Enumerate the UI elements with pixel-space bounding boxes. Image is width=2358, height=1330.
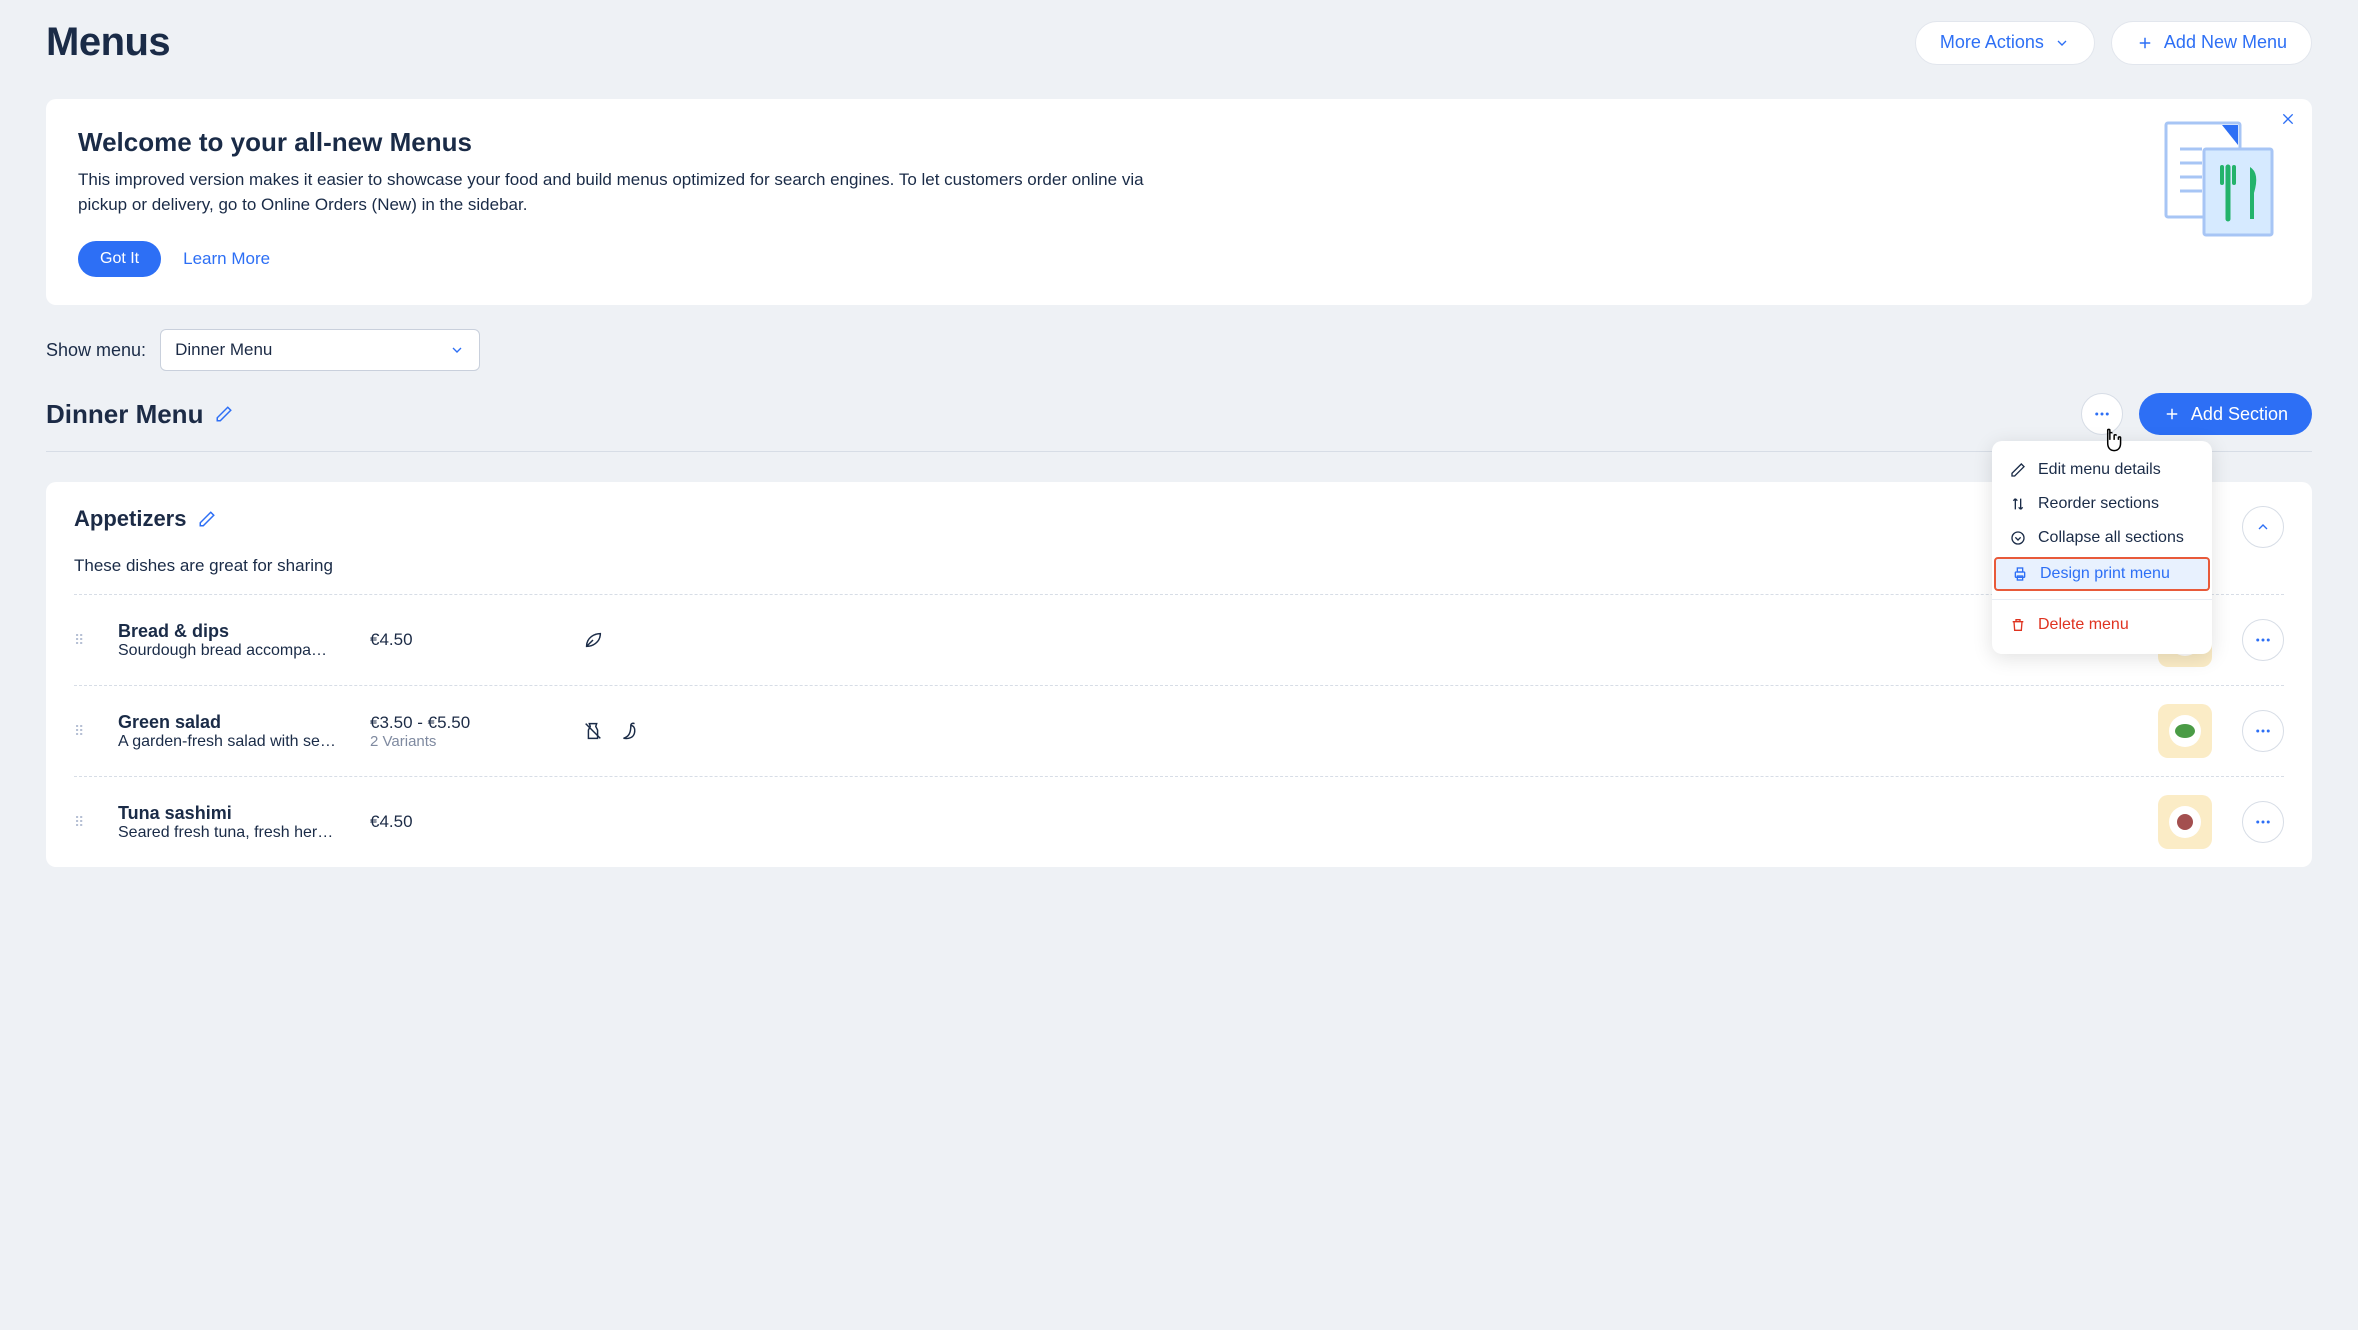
got-it-button[interactable]: Got It: [78, 241, 161, 277]
menu-item-row: ⠿ Tuna sashimi Seared fresh tuna, fresh …: [74, 776, 2284, 867]
show-menu-label: Show menu:: [46, 340, 146, 361]
item-price: €4.50: [370, 630, 570, 650]
item-thumbnail: [2158, 795, 2212, 849]
item-name: Green salad: [118, 712, 358, 733]
welcome-banner: Welcome to your all-new Menus This impro…: [46, 99, 2312, 305]
popover-item-label: Delete menu: [2038, 616, 2129, 634]
section-title: Appetizers: [74, 506, 186, 532]
menu-more-button[interactable]: [2081, 393, 2123, 435]
menu-item-row: ⠿ Bread & dips Sourdough bread accompa… …: [74, 594, 2284, 685]
banner-body: This improved version makes it easier to…: [78, 168, 1168, 217]
popover-item-label: Reorder sections: [2038, 495, 2159, 513]
more-actions-button[interactable]: More Actions: [1915, 21, 2095, 65]
item-more-button[interactable]: [2242, 710, 2284, 752]
menu-item-row: ⠿ Green salad A garden-fresh salad with …: [74, 685, 2284, 776]
popover-edit-menu-details[interactable]: Edit menu details: [1992, 453, 2212, 487]
popover-divider: [1992, 599, 2212, 600]
edit-section-icon[interactable]: [198, 510, 216, 528]
popover-reorder-sections[interactable]: Reorder sections: [1992, 487, 2212, 521]
add-section-label: Add Section: [2191, 404, 2288, 425]
add-new-menu-label: Add New Menu: [2164, 32, 2287, 53]
item-description: Seared fresh tuna, fresh her…: [118, 824, 358, 842]
plus-icon: [2136, 34, 2154, 52]
menu-name: Dinner Menu: [46, 399, 203, 430]
banner-illustration: [2160, 119, 2280, 239]
section-description: These dishes are great for sharing: [74, 556, 2284, 576]
item-more-button[interactable]: [2242, 801, 2284, 843]
page-title: Menus: [46, 20, 170, 65]
leaf-icon: [582, 629, 604, 651]
more-horizontal-icon: [2254, 631, 2272, 649]
item-name: Bread & dips: [118, 621, 358, 642]
collapse-section-button[interactable]: [2242, 506, 2284, 548]
more-horizontal-icon: [2093, 405, 2111, 423]
drag-handle-icon[interactable]: ⠿: [74, 632, 106, 649]
item-price: €4.50: [370, 812, 570, 832]
chevron-up-icon: [2255, 519, 2271, 535]
printer-icon: [2012, 566, 2028, 582]
drag-handle-icon[interactable]: ⠿: [74, 723, 106, 740]
banner-title: Welcome to your all-new Menus: [78, 127, 2280, 158]
chili-icon: [618, 720, 640, 742]
drag-handle-icon[interactable]: ⠿: [74, 814, 106, 831]
reorder-icon: [2010, 496, 2026, 512]
popover-item-label: Design print menu: [2040, 565, 2170, 583]
item-thumbnail: [2158, 704, 2212, 758]
item-variants: 2 Variants: [370, 733, 570, 750]
chevron-down-icon: [449, 342, 465, 358]
edit-menu-name-icon[interactable]: [215, 405, 233, 423]
chevron-down-icon: [2054, 35, 2070, 51]
item-more-button[interactable]: [2242, 619, 2284, 661]
item-name: Tuna sashimi: [118, 803, 358, 824]
menu-section-card: Appetizers These dishes are great for sh…: [46, 482, 2312, 867]
popover-item-label: Collapse all sections: [2038, 529, 2184, 547]
pencil-icon: [2010, 462, 2026, 478]
add-new-menu-button[interactable]: Add New Menu: [2111, 21, 2312, 65]
more-horizontal-icon: [2254, 813, 2272, 831]
show-menu-value: Dinner Menu: [175, 340, 272, 360]
popover-collapse-all[interactable]: Collapse all sections: [1992, 521, 2212, 555]
item-description: Sourdough bread accompa…: [118, 642, 358, 660]
more-horizontal-icon: [2254, 722, 2272, 740]
popover-design-print-menu[interactable]: Design print menu: [1994, 557, 2210, 591]
item-description: A garden-fresh salad with se…: [118, 733, 358, 751]
menu-actions-popover: Edit menu details Reorder sections Colla…: [1992, 441, 2212, 654]
item-price: €3.50 - €5.50: [370, 713, 570, 733]
learn-more-link[interactable]: Learn More: [183, 249, 270, 269]
popover-item-label: Edit menu details: [2038, 461, 2161, 479]
show-menu-dropdown[interactable]: Dinner Menu: [160, 329, 480, 371]
add-section-button[interactable]: Add Section: [2139, 393, 2312, 435]
trash-icon: [2010, 617, 2026, 633]
popover-delete-menu[interactable]: Delete menu: [1992, 608, 2212, 642]
collapse-icon: [2010, 530, 2026, 546]
no-dairy-icon: [582, 720, 604, 742]
close-icon[interactable]: [2280, 111, 2296, 127]
more-actions-label: More Actions: [1940, 32, 2044, 53]
plus-icon: [2163, 405, 2181, 423]
